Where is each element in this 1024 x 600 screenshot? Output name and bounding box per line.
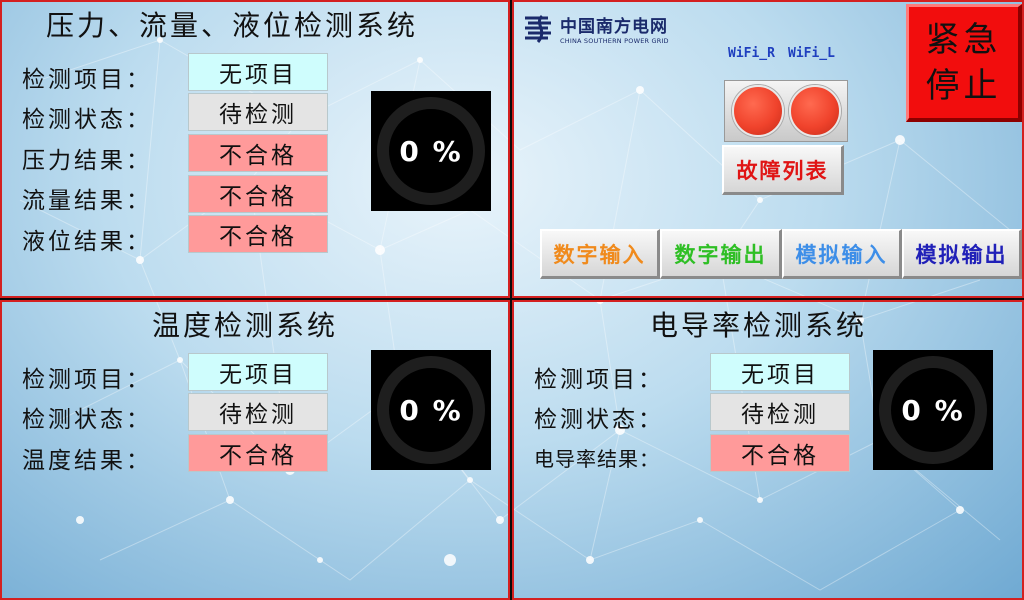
emergency-stop-button[interactable]: 紧急 停止 [906, 4, 1022, 122]
progress-gauge: 0 % [371, 91, 491, 211]
temperature-panel: 温度检测系统 检测项目： 无项目 检测状态： 待检测 温度结果： 不合格 0 % [0, 300, 510, 600]
csg-emblem-icon [525, 14, 551, 43]
wifi-indicator-frame [724, 80, 848, 142]
wifi-l-label: WiFi_L [788, 46, 835, 61]
detection-status-value: 待检测 [188, 393, 328, 431]
detection-status-value: 待检测 [710, 393, 850, 431]
panel-title: 温度检测系统 [152, 309, 339, 342]
panel-title: 电导率检测系统 [650, 309, 868, 342]
logo-chinese: 中国南方电网 [560, 17, 668, 37]
row-label: 压力结果： [22, 148, 152, 174]
progress-percent: 0 % [901, 393, 965, 427]
analog-output-button[interactable]: 模拟输出 [902, 229, 1022, 279]
level-result-value: 不合格 [188, 215, 328, 253]
temperature-result-value: 不合格 [188, 434, 328, 472]
wifi-l-indicator [789, 85, 841, 137]
progress-percent: 0 % [399, 393, 463, 427]
detection-status-value: 待检测 [188, 93, 328, 131]
row-label: 检测项目： [22, 367, 152, 393]
row-label: 检测状态： [534, 407, 664, 433]
pressure-flow-level-panel: 压力、流量、液位检测系统 检测项目： 无项目 检测状态： 待检测 压力结果： 不… [0, 0, 510, 298]
csg-logo: 中国南方电网 CHINA SOUTHERN POWER GRID [522, 12, 669, 45]
row-label: 检测项目： [22, 67, 152, 93]
progress-gauge: 0 % [873, 350, 993, 470]
detection-item-value: 无项目 [188, 353, 328, 391]
progress-percent: 0 % [399, 134, 463, 168]
fault-list-button[interactable]: 故障列表 [722, 145, 844, 195]
conductivity-panel: 电导率检测系统 检测项目： 无项目 检测状态： 待检测 电导率结果： 不合格 0… [512, 300, 1024, 600]
row-label: 电导率结果： [534, 447, 660, 471]
panel-title: 压力、流量、液位检测系统 [46, 9, 419, 42]
analog-input-button[interactable]: 模拟输入 [782, 229, 902, 279]
digital-output-button[interactable]: 数字输出 [660, 229, 782, 279]
flow-result-value: 不合格 [188, 175, 328, 213]
wifi-r-indicator [732, 85, 784, 137]
row-label: 流量结果： [22, 188, 152, 214]
row-label: 检测状态： [22, 107, 152, 133]
digital-input-button[interactable]: 数字输入 [540, 229, 660, 279]
estop-line-1: 紧急 [925, 19, 1002, 60]
detection-item-value: 无项目 [710, 353, 850, 391]
control-panel: 中国南方电网 CHINA SOUTHERN POWER GRID WiFi_R … [512, 0, 1024, 298]
row-label: 液位结果： [22, 229, 152, 255]
row-label: 检测项目： [534, 367, 664, 393]
wifi-r-label: WiFi_R [728, 46, 775, 61]
estop-line-2: 停止 [925, 65, 1002, 106]
row-label: 温度结果： [22, 448, 152, 474]
detection-item-value: 无项目 [188, 53, 328, 91]
logo-english: CHINA SOUTHERN POWER GRID [560, 37, 669, 45]
row-label: 检测状态： [22, 407, 152, 433]
progress-gauge: 0 % [371, 350, 491, 470]
conductivity-result-value: 不合格 [710, 434, 850, 472]
pressure-result-value: 不合格 [188, 134, 328, 172]
